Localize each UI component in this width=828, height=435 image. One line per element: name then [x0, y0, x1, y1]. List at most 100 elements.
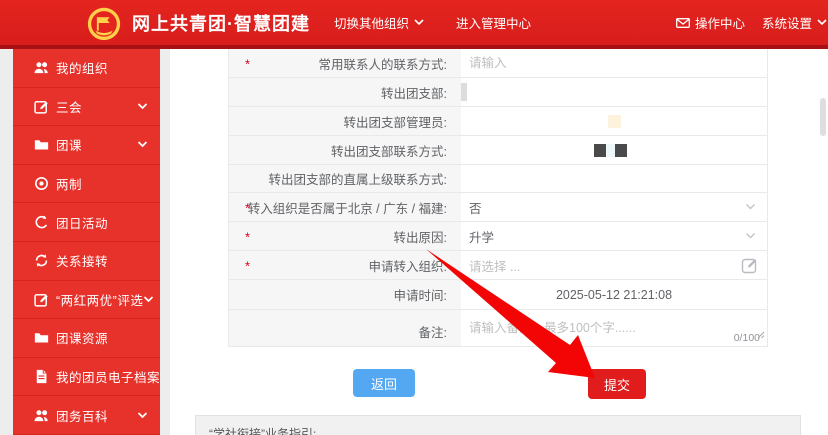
- sidebar-item-class-resources[interactable]: 团课资源: [13, 319, 160, 358]
- required-asterisk: *: [245, 56, 250, 71]
- sidebar-content-gutter: [160, 49, 170, 435]
- form-row-frequent-contact: * 常用联系人的联系方式:: [229, 49, 767, 78]
- chevron-down-icon: [745, 204, 756, 211]
- scrollbar-thumb[interactable]: [820, 98, 826, 136]
- form-row-out-branch-contact: 转出团支部联系方式:: [229, 136, 767, 165]
- page: 网上共青团·智慧团建 切换其他组织 进入管理中心 操作中心 系统设置: [0, 0, 828, 435]
- form-row-out-branch-admin: 转出团支部管理员:: [229, 107, 767, 136]
- sidebar-item-two-systems[interactable]: 两制: [13, 165, 160, 204]
- transfer-reason-select[interactable]: 升学: [461, 222, 767, 250]
- field-label: 转入组织是否属于北京 / 广东 / 福建:: [248, 198, 447, 217]
- sidebar-item-label: 团课资源: [56, 328, 108, 347]
- field-label: 申请时间:: [394, 285, 447, 304]
- redacted-value: [594, 144, 627, 157]
- operation-center-label: 操作中心: [695, 13, 745, 32]
- field-label: 申请转入组织:: [369, 256, 447, 275]
- resize-handle-icon[interactable]: [757, 326, 765, 344]
- target-icon: [34, 176, 49, 191]
- form-row-region-select: * 转入组织是否属于北京 / 广东 / 福建: 否: [229, 193, 767, 222]
- transfer-application-form: * 常用联系人的联系方式: 转出团支部: 转出团支部管理员: 转出团支部联系方式…: [228, 49, 768, 347]
- switch-org-label: 切换其他组织: [334, 13, 409, 32]
- sync-icon: [34, 253, 49, 268]
- region-select[interactable]: 否: [461, 193, 767, 221]
- field-label: 转出团支部管理员:: [344, 112, 447, 131]
- chevron-down-icon: [143, 296, 154, 303]
- recycle-icon: [34, 215, 49, 230]
- submit-button[interactable]: 提交: [588, 369, 646, 399]
- sidebar-item-league-encyclopedia[interactable]: 团务百科: [13, 396, 160, 435]
- top-header: 网上共青团·智慧团建 切换其他组织 进入管理中心 操作中心 系统设置: [0, 0, 828, 45]
- chevron-down-icon: [817, 19, 827, 26]
- users-icon: [34, 408, 49, 423]
- back-button[interactable]: 返回: [353, 369, 415, 397]
- sidebar-item-label: 我的组织: [56, 58, 108, 77]
- sidebar-item-three-meetings[interactable]: 三会: [13, 88, 160, 127]
- select-value: 否: [469, 198, 482, 217]
- field-label: 转出团支部:: [381, 83, 447, 102]
- picker-placeholder: 请选择 ...: [469, 256, 520, 275]
- enter-admin-label: 进入管理中心: [456, 13, 531, 32]
- enter-admin-link[interactable]: 进入管理中心: [456, 13, 531, 32]
- operation-center-link[interactable]: 操作中心: [676, 13, 745, 32]
- frequent-contact-input[interactable]: [469, 56, 767, 70]
- chevron-down-icon: [745, 233, 756, 240]
- chevron-down-icon: [137, 412, 148, 419]
- apply-time-value: 2025-05-12 21:21:08: [469, 288, 767, 302]
- switch-org-menu[interactable]: 切换其他组织: [334, 13, 424, 32]
- required-asterisk: *: [245, 229, 250, 244]
- sidebar-item-two-reds-selection[interactable]: “两红两优”评选: [13, 281, 160, 320]
- form-row-target-org: * 申请转入组织: 请选择 ...: [229, 251, 767, 280]
- sidebar-item-label: 团日活动: [56, 213, 108, 232]
- form-row-remarks: 备注: 0/100: [229, 310, 767, 347]
- required-asterisk: *: [245, 258, 250, 273]
- sidebar-item-label: 我的团员电子档案: [56, 367, 160, 386]
- page-left-gutter: [0, 49, 13, 435]
- sidebar-item-league-day-activities[interactable]: 团日活动: [13, 203, 160, 242]
- header-right-group: 操作中心 系统设置 ? 帮助: [676, 0, 828, 45]
- sidebar-item-relationship-transfer[interactable]: 关系接转: [13, 242, 160, 281]
- field-label: 转出团支部的直属上级联系方式:: [269, 169, 447, 188]
- field-label: 转出团支部联系方式:: [331, 141, 447, 160]
- folder-icon: [34, 330, 49, 345]
- remarks-textarea[interactable]: [469, 310, 767, 346]
- target-org-picker[interactable]: 请选择 ...: [461, 251, 767, 279]
- edit-icon: [34, 99, 49, 114]
- sidebar-item-league-class[interactable]: 团课: [13, 126, 160, 165]
- sidebar-item-label: “两红两优”评选: [56, 290, 143, 309]
- chevron-down-icon: [414, 19, 424, 26]
- sidebar-item-label: 关系接转: [56, 251, 108, 270]
- field-label: 转出原因:: [394, 227, 447, 246]
- app-title: 网上共青团·智慧团建: [132, 10, 310, 36]
- field-label: 常用联系人的联系方式:: [319, 54, 447, 73]
- business-guide-panel: “学社衔接”业务指引:: [195, 415, 801, 435]
- form-row-apply-time: 申请时间: 2025-05-12 21:21:08: [229, 280, 767, 310]
- select-value: 升学: [469, 227, 494, 246]
- field-label: 备注:: [419, 322, 447, 341]
- sidebar-item-member-archive[interactable]: 我的团员电子档案: [13, 358, 160, 397]
- sidebar-item-label: 两制: [56, 174, 82, 193]
- users-icon: [34, 60, 49, 75]
- league-emblem-logo: [85, 4, 123, 42]
- edit-picker-icon[interactable]: [741, 256, 759, 274]
- form-row-out-branch: 转出团支部:: [229, 78, 767, 107]
- chevron-down-icon: [137, 141, 148, 148]
- system-settings-menu[interactable]: 系统设置: [762, 13, 827, 32]
- header-left-group: 网上共青团·智慧团建 切换其他组织 进入管理中心: [0, 4, 531, 42]
- sidebar: 我的组织 三会 团课 两制: [13, 49, 160, 435]
- redacted-value: [461, 83, 467, 101]
- document-icon: [34, 369, 49, 384]
- sidebar-item-label: 团务百科: [56, 406, 108, 425]
- form-row-transfer-reason: * 转出原因: 升学: [229, 222, 767, 251]
- edit-icon: [34, 292, 49, 307]
- guide-panel-title: “学社衔接”业务指引:: [209, 427, 316, 435]
- sidebar-item-my-organization[interactable]: 我的组织: [13, 49, 160, 88]
- folder-icon: [34, 137, 49, 152]
- redacted-value: [608, 115, 621, 128]
- required-asterisk: *: [245, 200, 250, 215]
- form-row-superior-contact: 转出团支部的直属上级联系方式:: [229, 165, 767, 193]
- envelope-icon: [676, 18, 690, 28]
- sidebar-item-label: 三会: [56, 97, 82, 116]
- chevron-down-icon: [137, 103, 148, 110]
- system-settings-label: 系统设置: [762, 13, 812, 32]
- sidebar-item-label: 团课: [56, 135, 82, 154]
